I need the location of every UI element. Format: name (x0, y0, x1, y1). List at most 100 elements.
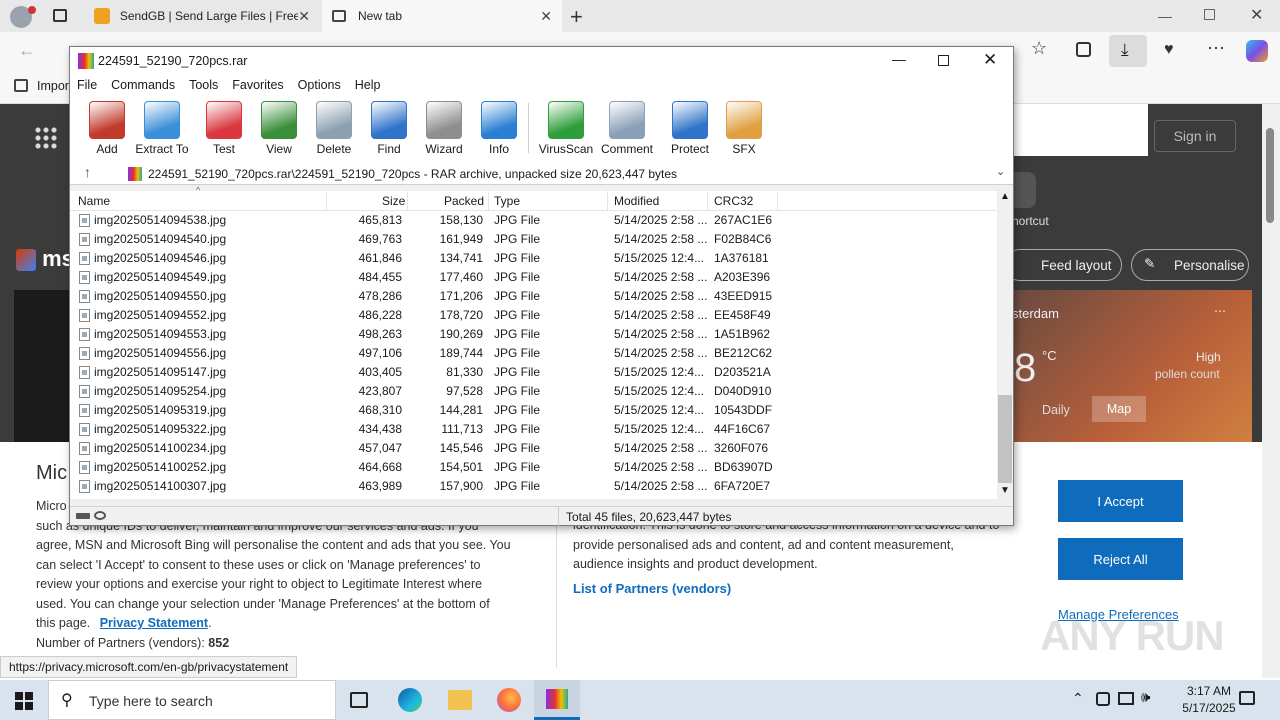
feed-layout-button[interactable]: Feed layout (1004, 249, 1122, 281)
tab-actions-icon[interactable] (53, 9, 67, 22)
apps-grid-icon[interactable] (34, 126, 58, 150)
weather-unit: °C (1042, 348, 1057, 363)
network-icon[interactable] (1118, 692, 1134, 705)
list-of-partners-link[interactable]: List of Partners (vendors) (573, 581, 731, 596)
file-row[interactable]: img20250514095322.jpg 434,438 111,713 JPG F… (70, 420, 997, 439)
tool-find-button[interactable]: Find (361, 101, 417, 156)
file-row[interactable]: img20250514100234.jpg 457,047 145,546 JPG F… (70, 439, 997, 458)
file-row[interactable]: img20250514095254.jpg 423,807 97,528 JPG Fi… (70, 382, 997, 401)
signin-button[interactable]: Sign in (1154, 120, 1236, 152)
tool-info-button[interactable]: Info (471, 101, 527, 156)
winrar-taskbar-button[interactable] (534, 680, 580, 720)
close-tab-icon[interactable]: ✕ (298, 8, 310, 25)
file-row[interactable]: img20250514095147.jpg 403,405 81,330 JPG Fi… (70, 363, 997, 382)
edge-taskbar-icon[interactable] (398, 688, 422, 712)
tool-label: Test (212, 142, 235, 156)
tool-add-button[interactable]: Add (79, 101, 135, 156)
scroll-up-icon[interactable]: ▲ (1000, 191, 1010, 202)
file-row[interactable]: img20250514094553.jpg 498,263 190,269 JPG F… (70, 325, 997, 344)
winrar-close-icon[interactable]: ✕ (983, 50, 997, 70)
weather-card[interactable]: sterdam ⋯ 8 °C High pollen count Daily M… (1012, 290, 1252, 442)
winrar-maximize-icon[interactable] (938, 55, 949, 66)
scroll-down-icon[interactable]: ▼ (1000, 485, 1010, 496)
tab-new-tab[interactable]: New tab ✕ (322, 0, 562, 32)
back-arrow-icon[interactable]: ← (18, 40, 36, 61)
key-icon[interactable] (94, 511, 106, 520)
firefox-icon[interactable] (497, 688, 521, 712)
import-favorites-icon[interactable] (14, 79, 28, 92)
performance-icon[interactable]: ♥ (1164, 41, 1174, 59)
col-name[interactable]: Name (78, 194, 110, 208)
path-dropdown-icon[interactable]: ⌄ (996, 165, 1005, 178)
favorites-star-icon[interactable]: ☆ (1031, 38, 1047, 59)
file-row[interactable]: img20250514094556.jpg 497,106 189,744 JPG F… (70, 344, 997, 363)
file-list-scrollbar[interactable]: ▲ ▼ (997, 191, 1013, 499)
tool-comment-button[interactable]: Comment (599, 101, 655, 156)
file-row[interactable]: img20250514094540.jpg 469,763 161,949 JPG F… (70, 230, 997, 249)
tool-view-button[interactable]: View (251, 101, 307, 156)
volume-icon[interactable]: 🕪 (1141, 689, 1150, 706)
col-type[interactable]: Type (494, 194, 520, 208)
col-packed[interactable]: Packed (444, 194, 484, 208)
tab-daily[interactable]: Daily (1042, 403, 1070, 417)
favorites-import-item[interactable]: Impor (37, 79, 69, 93)
tool-delete-button[interactable]: Delete (306, 101, 362, 156)
file-row[interactable]: img20250514094552.jpg 486,228 178,720 JPG F… (70, 306, 997, 325)
tool-extract-to-button[interactable]: Extract To (134, 101, 190, 156)
file-row[interactable]: img20250514094546.jpg 461,846 134,741 JPG F… (70, 249, 997, 268)
scroll-thumb[interactable] (998, 395, 1012, 483)
scroll-thumb[interactable] (1266, 128, 1274, 223)
winrar-minimize-icon[interactable]: — (892, 51, 906, 67)
tool-virusscan-button[interactable]: VirusScan (538, 101, 594, 156)
tool-protect-button[interactable]: Protect (662, 101, 718, 156)
tool-sfx-button[interactable]: SFX (716, 101, 772, 156)
menu-help[interactable]: Help (348, 75, 388, 95)
tray-app-icon[interactable] (1096, 692, 1110, 706)
new-tab-plus-icon[interactable]: + (570, 4, 583, 30)
personalise-button[interactable]: ✎ Personalise (1131, 249, 1249, 281)
menu-file[interactable]: File (70, 75, 104, 95)
file-row[interactable]: img20250514094538.jpg 465,813 158,130 JPG F… (70, 211, 997, 230)
menu-favorites[interactable]: Favorites (225, 75, 290, 95)
privacy-statement-link[interactable]: Privacy Statement (100, 616, 208, 630)
file-modified: 5/14/2025 2:58 ... (614, 308, 708, 322)
file-row[interactable]: img20250514094549.jpg 484,455 177,460 JPG F… (70, 268, 997, 287)
notification-center-icon[interactable] (1239, 691, 1255, 705)
file-row[interactable]: img20250514094550.jpg 478,286 171,206 JPG F… (70, 287, 997, 306)
task-view-icon[interactable] (350, 692, 368, 708)
close-window-icon[interactable]: ✕ (1250, 5, 1263, 25)
tab-map[interactable]: Map (1092, 396, 1146, 422)
file-row[interactable]: img20250514095319.jpg 468,310 144,281 JPG F… (70, 401, 997, 420)
weather-more-icon[interactable]: ⋯ (1214, 304, 1226, 318)
copilot-icon[interactable] (1246, 40, 1268, 62)
col-crc32[interactable]: CRC32 (714, 194, 753, 208)
accept-button[interactable]: I Accept (1058, 480, 1183, 522)
reject-all-button[interactable]: Reject All (1058, 538, 1183, 580)
start-windows-icon[interactable] (15, 692, 33, 710)
more-options-icon[interactable]: ⋯ (1207, 38, 1225, 59)
taskbar-search-box[interactable]: ⚲ Type here to search (48, 680, 336, 720)
col-size[interactable]: Size (382, 194, 405, 208)
menu-commands[interactable]: Commands (104, 75, 182, 95)
menu-options[interactable]: Options (291, 75, 348, 95)
tab-sendgb[interactable]: SendGB | Send Large Files | Free f ✕ (84, 0, 320, 32)
minimize-icon[interactable]: — (1158, 8, 1172, 24)
drive-icon[interactable] (76, 513, 90, 519)
close-tab-icon[interactable]: ✕ (540, 8, 552, 25)
tray-chevron-icon[interactable]: ⌃ (1072, 690, 1084, 707)
collections-icon[interactable] (1076, 42, 1091, 57)
add-shortcut-button[interactable] (1012, 172, 1036, 208)
page-scrollbar[interactable] (1262, 104, 1280, 678)
tool-wizard-button[interactable]: Wizard (416, 101, 472, 156)
sort-arrow-icon: ^ (196, 185, 201, 195)
file-row[interactable]: img20250514100307.jpg 463,989 157,900 JPG F… (70, 477, 997, 496)
restore-icon[interactable] (1204, 9, 1215, 20)
file-row[interactable]: img20250514100252.jpg 464,668 154,501 JPG F… (70, 458, 997, 477)
col-modified[interactable]: Modified (614, 194, 659, 208)
up-arrow-icon[interactable]: ↑ (84, 164, 91, 180)
clock-time[interactable]: 3:17 AM (1173, 684, 1245, 698)
menu-tools[interactable]: Tools (182, 75, 225, 95)
downloads-button[interactable]: ⤓ (1109, 35, 1147, 67)
file-explorer-icon[interactable] (448, 690, 472, 710)
tool-test-button[interactable]: Test (196, 101, 252, 156)
